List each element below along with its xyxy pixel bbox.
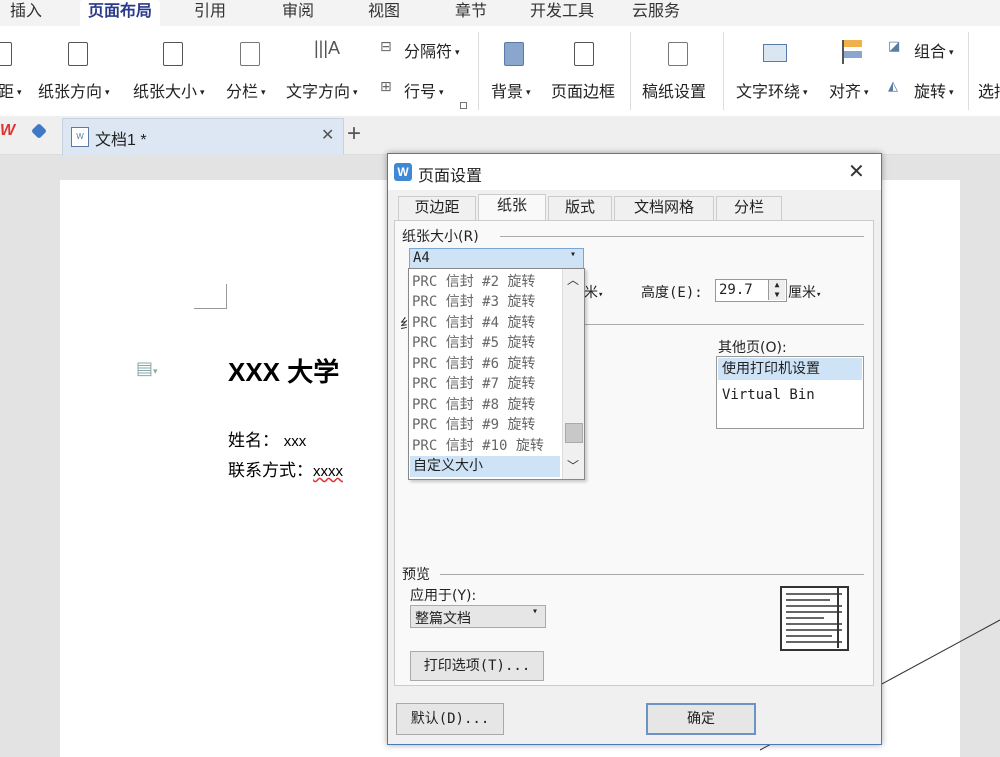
name-line[interactable]: 姓名： xxx [228, 426, 306, 451]
menu-tab-page-layout[interactable]: 页面布局 [80, 0, 161, 26]
menu-tab-insert[interactable]: 插入 [10, 0, 42, 26]
manuscript-button[interactable]: 稿纸设置 [642, 78, 706, 102]
page-border-icon[interactable] [574, 42, 594, 66]
menu-tab-view[interactable]: 视图 [368, 0, 400, 26]
menu-bar: 插入 页面布局 引用 审阅 视图 章节 开发工具 云服务 [0, 0, 1000, 26]
list-item[interactable]: Virtual Bin [722, 387, 815, 403]
paper-size-value: A4 [413, 250, 430, 266]
paper-size-dropdown[interactable]: PRC 信封 #2 旋转 PRC 信封 #3 旋转 PRC 信封 #4 旋转 P… [408, 268, 585, 480]
document-heading[interactable]: XXX 大学 [228, 352, 339, 389]
wps-writer-icon: W [394, 163, 412, 181]
select-button[interactable]: 选持 [978, 78, 1000, 102]
margins-icon[interactable] [0, 42, 12, 66]
word-doc-icon: W [71, 127, 89, 147]
apply-to-label: 应用于(Y): [410, 588, 477, 604]
dialog-title-bar[interactable]: W 页面设置 ✕ [388, 154, 881, 190]
text-direction-button[interactable]: 文字方向 ▾ [286, 78, 358, 102]
menu-tab-references[interactable]: 引用 [194, 0, 226, 26]
rotate-icon[interactable]: ◭ [888, 78, 898, 94]
align-icon[interactable] [842, 40, 862, 64]
margin-corner-mark [194, 284, 227, 309]
tab-document-grid[interactable]: 文档网格 [614, 196, 714, 221]
list-item[interactable]: PRC 信封 #10 旋转 [412, 436, 544, 456]
page-setup-dialog: W 页面设置 ✕ 页边距 纸张 版式 文档网格 分栏 纸张大小(R) A4 ▾ … [387, 153, 882, 745]
list-item[interactable]: PRC 信封 #2 旋转 [412, 272, 535, 292]
scroll-up-icon[interactable]: ︿ [567, 271, 579, 288]
paragraph-handle-icon[interactable]: ▤▾ [136, 358, 158, 379]
text-direction-icon[interactable]: |||A [314, 38, 340, 59]
cube-icon[interactable] [31, 123, 47, 139]
orientation-button[interactable]: 纸张方向 ▾ [38, 78, 110, 102]
new-tab-icon[interactable]: + [347, 120, 361, 148]
other-pages-label: 其他页(O): [718, 340, 787, 356]
list-item-selected[interactable]: 自定义大小 [410, 456, 560, 477]
default-button[interactable]: 默认(D)... [396, 703, 504, 735]
select-arrow-icon: ▾ [570, 249, 577, 260]
margins-button[interactable]: 距 ▾ [0, 78, 22, 102]
orientation-icon[interactable] [68, 42, 88, 66]
line-number-icon[interactable]: ⊞ [380, 78, 392, 95]
select-arrow-icon: ▾ [532, 606, 539, 617]
wps-logo-icon[interactable]: W [0, 122, 15, 140]
list-item[interactable]: 使用打印机设置 [718, 358, 862, 380]
list-item[interactable]: PRC 信封 #5 旋转 [412, 333, 535, 353]
menu-tab-cloud[interactable]: 云服务 [632, 0, 680, 26]
align-button[interactable]: 对齐 ▾ [829, 78, 869, 102]
print-options-button[interactable]: 打印选项(T)... [410, 651, 544, 681]
list-item[interactable]: PRC 信封 #6 旋转 [412, 354, 535, 374]
tab-paper[interactable]: 纸张 [478, 194, 546, 222]
dialog-close-icon[interactable]: ✕ [848, 159, 865, 183]
background-icon[interactable] [504, 42, 524, 66]
scrollbar-thumb[interactable] [565, 423, 583, 443]
break-icon[interactable]: ⊟ [380, 38, 392, 55]
scroll-down-icon[interactable]: ﹀ [567, 457, 579, 474]
other-pages-list[interactable]: 使用打印机设置 Virtual Bin [716, 356, 864, 429]
dialog-launcher-icon[interactable] [460, 102, 467, 109]
list-item[interactable]: PRC 信封 #7 旋转 [412, 374, 535, 394]
list-item[interactable]: PRC 信封 #9 旋转 [412, 415, 535, 435]
group-button[interactable]: 组合 ▾ [914, 38, 954, 62]
preview-thumbnail [780, 586, 849, 651]
tab-margins[interactable]: 页边距 [398, 196, 476, 221]
background-button[interactable]: 背景 ▾ [491, 78, 531, 102]
list-item[interactable]: PRC 信封 #8 旋转 [412, 395, 535, 415]
menu-tab-sections[interactable]: 章节 [455, 0, 487, 26]
break-button[interactable]: 分隔符 ▾ [404, 38, 460, 62]
dropdown-scrollbar[interactable]: ︿ ﹀ [562, 269, 584, 479]
line-number-button[interactable]: 行号 ▾ [404, 78, 444, 102]
text-wrap-icon[interactable] [763, 44, 787, 62]
close-tab-icon[interactable]: ✕ [321, 125, 334, 145]
preview-label: 预览 [402, 567, 430, 583]
menu-tab-developer[interactable]: 开发工具 [530, 0, 594, 26]
paper-size-select[interactable]: A4 ▾ [409, 248, 584, 270]
paper-size-icon[interactable] [163, 42, 183, 66]
height-input[interactable]: 29.7 ▲ ▼ [715, 279, 787, 302]
columns-button[interactable]: 分栏 ▾ [226, 78, 266, 102]
list-item[interactable]: PRC 信封 #3 旋转 [412, 292, 535, 312]
ribbon-toolbar: |||A ⊟ ⊞ ◪ ◭ 距 ▾ 纸张方向 ▾ 纸张大小 ▾ 分栏 ▾ 文字方向 ▾ 分隔… [0, 26, 1000, 117]
list-item[interactable]: PRC 信封 #4 旋转 [412, 313, 535, 333]
page-border-button[interactable]: 页面边框 [551, 78, 615, 102]
width-unit-partial[interactable]: 米▾ [584, 282, 603, 302]
height-unit[interactable]: 厘米▾ [788, 282, 821, 302]
apply-to-select[interactable]: 整篇文档 ▾ [410, 605, 546, 628]
columns-icon[interactable] [240, 42, 260, 66]
rotate-button[interactable]: 旋转 ▾ [914, 78, 954, 102]
tab-layout[interactable]: 版式 [548, 196, 612, 221]
tab-columns[interactable]: 分栏 [716, 196, 782, 221]
height-spinner-icon[interactable]: ▲ ▼ [768, 280, 785, 300]
menu-tab-review[interactable]: 审阅 [282, 0, 314, 26]
height-label: 高度(E): [641, 285, 703, 301]
paper-size-button[interactable]: 纸张大小 ▾ [133, 78, 205, 102]
text-wrap-button[interactable]: 文字环绕 ▾ [736, 78, 808, 102]
group-icon[interactable]: ◪ [888, 38, 900, 54]
document-tab[interactable]: W 文档1 * ✕ [62, 118, 344, 155]
ok-button[interactable]: 确定 [646, 703, 756, 735]
contact-line[interactable]: 联系方式：xxxx [228, 456, 343, 481]
dialog-title: 页面设置 [418, 166, 483, 185]
manuscript-icon[interactable] [668, 42, 688, 66]
paper-size-label: 纸张大小(R) [402, 229, 479, 245]
document-tab-title: 文档1 * [95, 132, 147, 149]
